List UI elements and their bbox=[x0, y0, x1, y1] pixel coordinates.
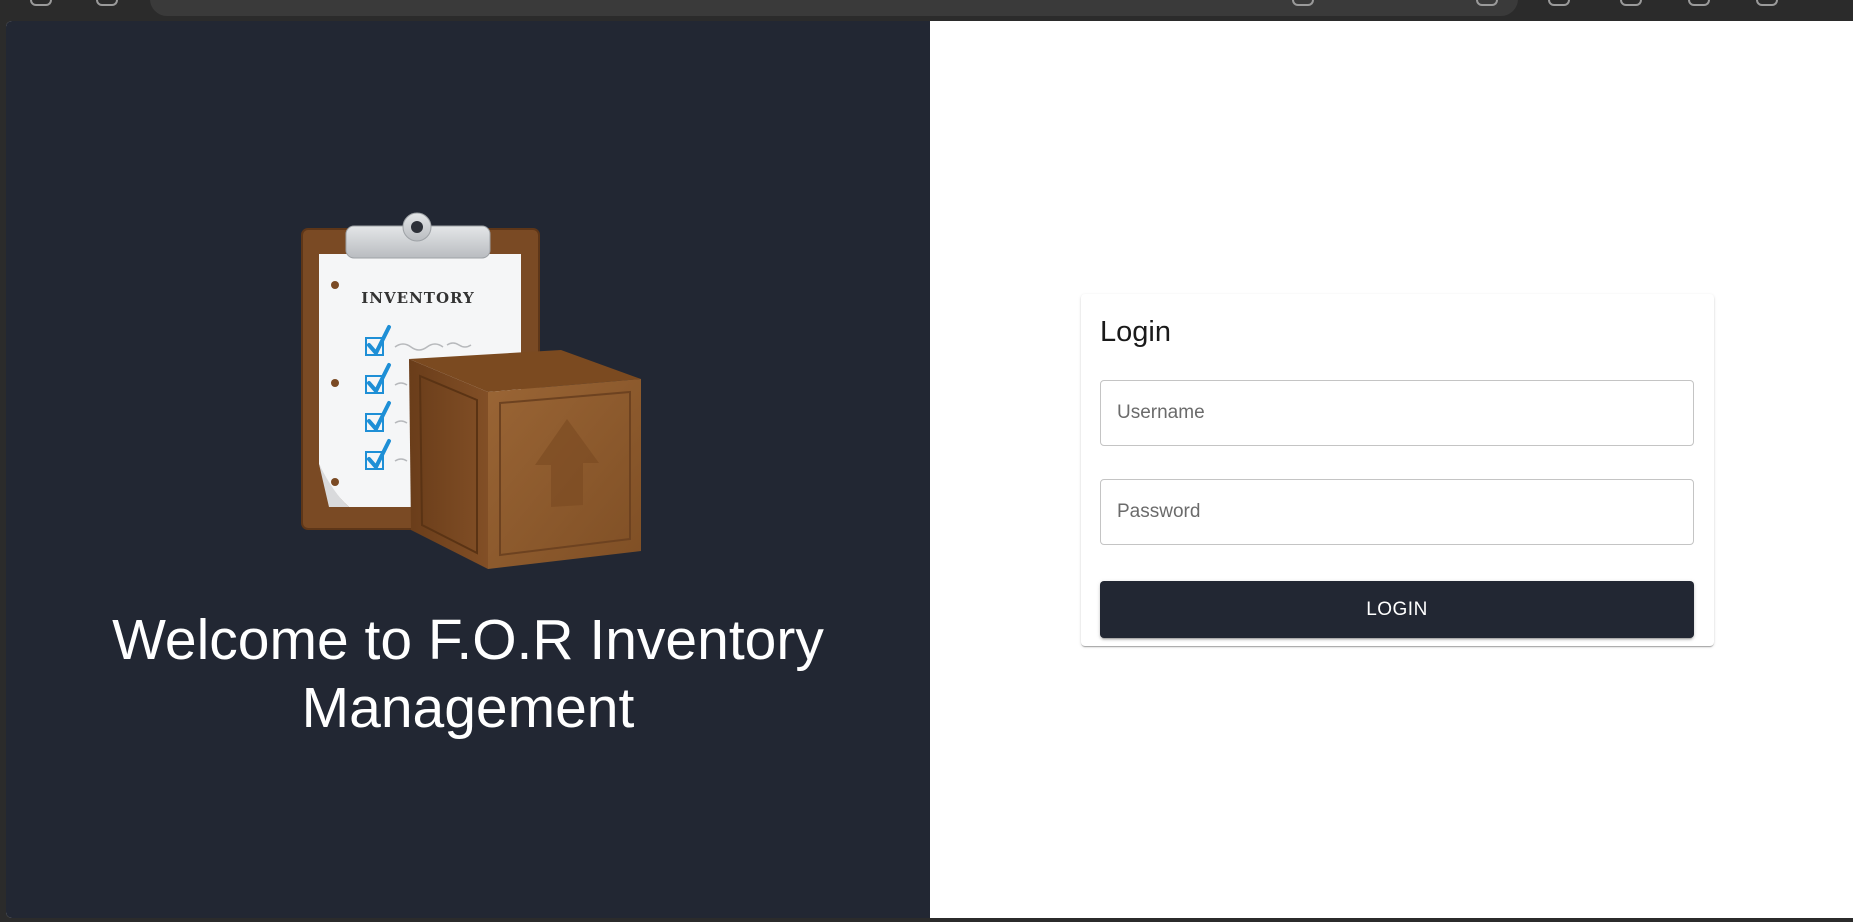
back-icon[interactable] bbox=[30, 0, 52, 6]
login-title: Login bbox=[1100, 316, 1171, 348]
login-card: Login LOGIN bbox=[1081, 294, 1714, 646]
reload-icon[interactable] bbox=[96, 0, 118, 6]
profile-icon[interactable] bbox=[1756, 0, 1778, 6]
page-viewport: INVENTORY Welcome to F.O.R Inventory Man… bbox=[6, 21, 1853, 918]
browser-toolbar bbox=[0, 0, 1853, 21]
inventory-illustration-icon: INVENTORY bbox=[301, 212, 641, 569]
login-panel: Login LOGIN bbox=[930, 21, 1853, 918]
extensions-icon[interactable] bbox=[1620, 0, 1642, 6]
split-view-icon[interactable] bbox=[1548, 0, 1570, 6]
bookmark-icon[interactable] bbox=[1476, 0, 1498, 6]
password-input[interactable] bbox=[1100, 479, 1694, 545]
username-input[interactable] bbox=[1100, 380, 1694, 446]
welcome-heading: Welcome to F.O.R Inventory Management bbox=[112, 608, 824, 740]
welcome-panel: INVENTORY Welcome to F.O.R Inventory Man… bbox=[6, 21, 930, 918]
clipboard-label: INVENTORY bbox=[361, 289, 474, 307]
downloads-icon[interactable] bbox=[1688, 0, 1710, 6]
login-button[interactable]: LOGIN bbox=[1100, 581, 1694, 638]
reader-icon[interactable] bbox=[1292, 0, 1314, 6]
